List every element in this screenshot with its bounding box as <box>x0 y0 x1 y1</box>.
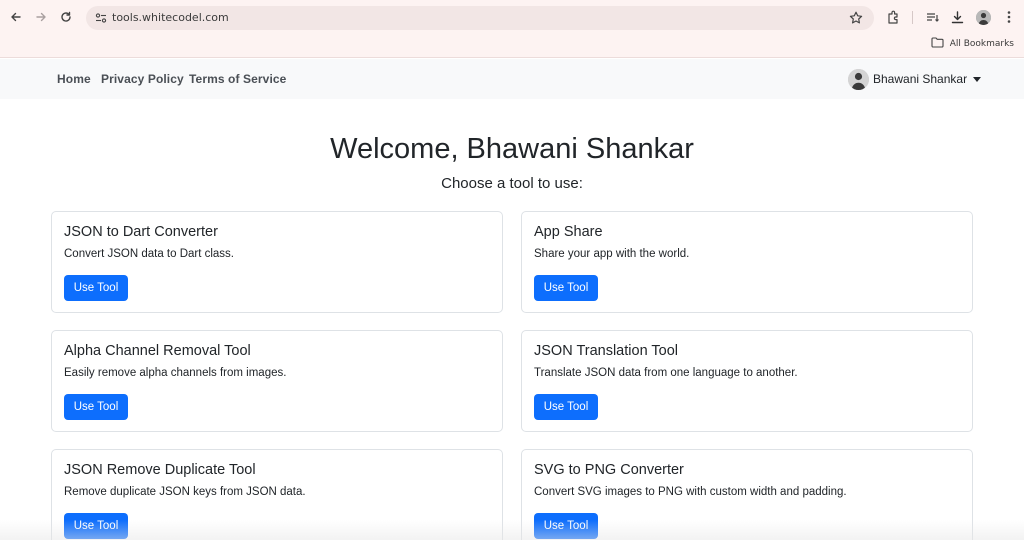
tool-card-description: Convert JSON data to Dart class. <box>64 248 235 260</box>
tool-card: App Share Share your app with the world.… <box>521 211 973 313</box>
tool-card: JSON to Dart Converter Convert JSON data… <box>51 211 503 313</box>
user-menu-dropdown[interactable]: Bhawani Shankar <box>848 68 982 90</box>
use-tool-button[interactable]: Use Tool <box>64 394 128 420</box>
forward-icon[interactable] <box>32 8 50 26</box>
back-icon[interactable] <box>7 8 25 26</box>
tool-card-description: Share your app with the world. <box>534 248 690 260</box>
site-info-icon[interactable] <box>94 11 108 25</box>
tool-card: JSON Translation Tool Translate JSON dat… <box>521 330 973 432</box>
use-tool-button[interactable]: Use Tool <box>534 275 598 301</box>
folder-icon <box>931 37 944 51</box>
tool-card-description: Convert SVG images to PNG with custom wi… <box>534 486 847 498</box>
user-name: Bhawani Shankar <box>873 72 968 86</box>
chevron-down-icon <box>973 76 982 82</box>
tool-card-description: Remove duplicate JSON keys from JSON dat… <box>64 486 306 498</box>
tool-card-title: JSON Remove Duplicate Tool <box>64 462 256 478</box>
tool-card-title: App Share <box>534 224 603 240</box>
extensions-icon[interactable] <box>885 9 901 25</box>
use-tool-button[interactable]: Use Tool <box>534 394 598 420</box>
tool-card-description: Translate JSON data from one language to… <box>534 367 798 379</box>
download-icon[interactable] <box>949 9 965 25</box>
nav-link-home[interactable]: Home <box>57 72 91 86</box>
tool-card-title: JSON Translation Tool <box>534 343 678 359</box>
browser-toolbar: tools.whitecodel.com <box>0 0 1024 34</box>
use-tool-button[interactable]: Use Tool <box>64 275 128 301</box>
page-subtitle: Choose a tool to use: <box>441 175 583 192</box>
tool-card-title: JSON to Dart Converter <box>64 224 218 240</box>
page-title: Welcome, Bhawani Shankar <box>330 133 694 165</box>
reload-icon[interactable] <box>57 8 75 26</box>
browser-chrome: tools.whitecodel.com All Bookmarks <box>0 0 1024 58</box>
bookmark-star-icon[interactable] <box>848 10 864 26</box>
reading-list-icon[interactable] <box>924 9 940 25</box>
more-menu-icon[interactable] <box>1001 9 1017 25</box>
user-avatar <box>848 68 869 90</box>
all-bookmarks-button[interactable]: All Bookmarks <box>931 37 1014 51</box>
address-bar[interactable]: tools.whitecodel.com <box>86 6 874 30</box>
tool-card-description: Easily remove alpha channels from images… <box>64 367 287 379</box>
toolbar-divider <box>912 11 913 24</box>
profile-avatar[interactable] <box>976 10 991 25</box>
nav-link-privacy-policy[interactable]: Privacy Policy <box>101 72 184 86</box>
tool-card-title: Alpha Channel Removal Tool <box>64 343 251 359</box>
address-url[interactable]: tools.whitecodel.com <box>112 11 229 24</box>
all-bookmarks-label: All Bookmarks <box>949 39 1014 49</box>
tool-card-title: SVG to PNG Converter <box>534 462 684 478</box>
tool-card: Alpha Channel Removal Tool Easily remove… <box>51 330 503 432</box>
nav-link-terms-of-service[interactable]: Terms of Service <box>189 72 286 86</box>
bottom-fade <box>0 520 1024 540</box>
